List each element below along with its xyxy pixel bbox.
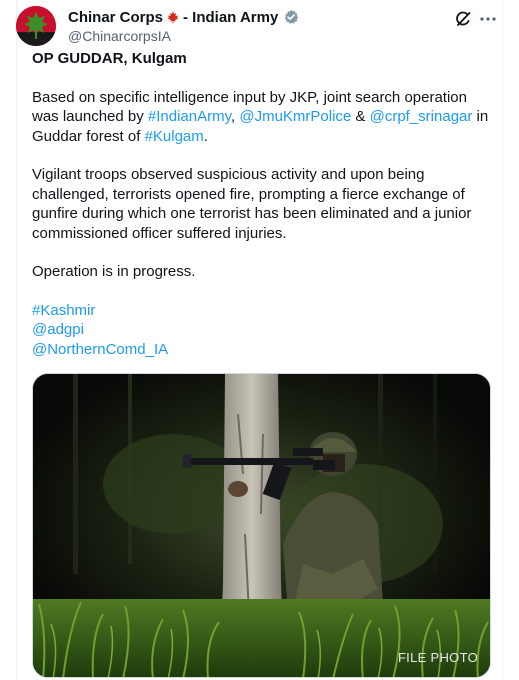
avatar[interactable]: [16, 6, 56, 46]
post-photo[interactable]: FILE PHOTO: [32, 373, 491, 678]
hashtag-link-kulgam[interactable]: #Kulgam: [145, 128, 204, 145]
author-handle[interactable]: @ChinarcorpsIA: [68, 28, 171, 44]
post-title: OP GUDDAR, Kulgam: [32, 50, 187, 67]
post-header: Chinar Corps - Indian Army @ChinarcorpsI…: [16, 6, 496, 46]
text-segment: &: [351, 108, 370, 125]
display-name-suffix[interactable]: - Indian Army: [183, 9, 278, 26]
post-text: OP GUDDAR, Kulgam Based on specific inte…: [32, 49, 492, 359]
post-paragraph-2: Vigilant troops observed suspicious acti…: [32, 166, 472, 242]
hashtag-link-indianarmy[interactable]: #IndianArmy: [148, 108, 231, 125]
mention-link-crpf-srinagar[interactable]: @crpf_srinagar: [370, 108, 473, 125]
maple-leaf-icon: [166, 10, 180, 24]
post-paragraph-3: Operation is in progress.: [32, 263, 196, 280]
photo-watermark: FILE PHOTO: [397, 650, 478, 665]
display-name[interactable]: Chinar Corps: [68, 9, 163, 26]
soldier-photo-image: [33, 374, 490, 677]
verified-badge-icon[interactable]: [283, 9, 299, 25]
mention-link-adgpi[interactable]: @adgpi: [32, 321, 84, 338]
more-icon[interactable]: [478, 10, 498, 28]
chinar-leaf-logo-icon: [16, 6, 56, 46]
hashtag-link-kashmir[interactable]: #Kashmir: [32, 302, 95, 319]
mention-link-jmukmrpolice[interactable]: @JmuKmrPolice: [239, 108, 351, 125]
grok-icon[interactable]: [454, 10, 472, 28]
text-segment: .: [203, 127, 208, 145]
post-paragraph-1: Based on specific intelligence input by …: [32, 88, 492, 147]
name-row: Chinar Corps - Indian Army: [68, 8, 299, 26]
mention-link-northerncomd[interactable]: @NorthernComd_IA: [32, 341, 168, 358]
